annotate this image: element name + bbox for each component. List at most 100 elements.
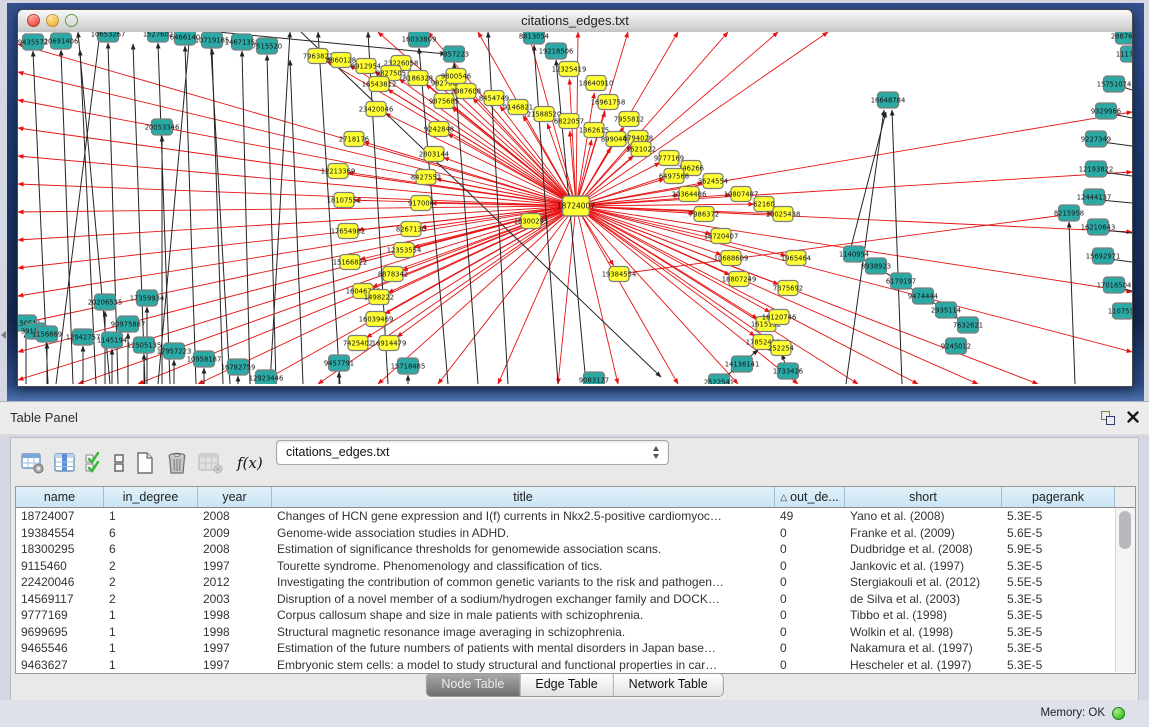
graph-node-label: 16039469: [359, 316, 394, 324]
table-cell: 1: [104, 640, 198, 657]
graph-node-label: 1156869: [32, 331, 62, 339]
table-cell: Stergiakouli et al. (2012): [845, 574, 1002, 591]
table-cell: 2009: [198, 525, 272, 542]
table-cell: 22420046: [16, 574, 104, 591]
table-cell: 6: [104, 525, 198, 542]
close-panel-icon[interactable]: [1126, 410, 1140, 424]
graph-node-label: 10025438: [766, 211, 801, 219]
graph-node-label: 7515520: [252, 43, 282, 51]
graph-node-label: 7857223: [439, 51, 469, 59]
splitter-collapse-icon[interactable]: [1, 331, 6, 339]
graph-node-label: 7425402: [343, 340, 373, 348]
graph-node-label: 7986372: [689, 211, 719, 219]
column-header-year[interactable]: year: [198, 487, 272, 507]
table-cell: 0: [775, 558, 845, 575]
window-title: citations_edges.txt: [18, 10, 1132, 31]
table-cell: Embryonic stem cells: a model to study s…: [272, 657, 775, 674]
table-cell: Disruption of a novel member of a sodium…: [272, 591, 775, 608]
table-cell: 1998: [198, 607, 272, 624]
table-cell: Dudbridge et al. (2008): [845, 541, 1002, 558]
table-cell: Yano et al. (2008): [845, 508, 1002, 525]
graph-node-label: 17016504: [1097, 282, 1132, 290]
column-header-pagerank[interactable]: pagerank: [1002, 487, 1115, 507]
graph-node-label: 16648784: [871, 97, 906, 105]
graph-node-label: 62160: [753, 201, 775, 209]
table-row[interactable]: 911546021997Tourette syndrome. Phenomeno…: [16, 558, 1115, 575]
graph-node-label: 8813054: [519, 33, 549, 41]
column-header-title[interactable]: title: [272, 487, 775, 507]
graph-node-label: 15718485: [391, 363, 426, 371]
table-row[interactable]: 977716911998Corpus callosum shape and si…: [16, 607, 1115, 624]
graph-node-label: 7632621: [953, 322, 983, 330]
graph-node-label: 17957223: [157, 348, 192, 356]
table-cell: 9115460: [16, 558, 104, 575]
graph-node-label: 2522541: [704, 379, 734, 385]
table-cell: 0: [775, 591, 845, 608]
graph-node-label: 1107533: [1108, 308, 1132, 316]
table-row[interactable]: 1456911722003Disruption of a novel membe…: [16, 591, 1115, 608]
graph-node-label: 8427552: [411, 174, 441, 182]
function-builder-button[interactable]: f(x): [237, 454, 263, 472]
window-titlebar[interactable]: citations_edges.txt: [18, 10, 1132, 33]
table-row[interactable]: 1830029562008Estimation of significance …: [16, 541, 1115, 558]
table-cell: 9777169: [16, 607, 104, 624]
table-tabs: Node TableEdge TableNetwork Table: [425, 673, 723, 697]
table-cell: 1998: [198, 624, 272, 641]
graph-node-label: 12325419: [552, 66, 587, 74]
network-canvas[interactable]: 9435572206914061065326715276026466140107…: [18, 32, 1132, 384]
table-cell: Wolkin et al. (1998): [845, 624, 1002, 641]
table-row[interactable]: 1938455462009Genome-wide association stu…: [16, 525, 1115, 542]
table-cell: 1997: [198, 558, 272, 575]
graph-node-label: 2718176: [339, 136, 369, 144]
tab-network-table[interactable]: Network Table: [613, 674, 723, 696]
graph-node-label: 20053346: [145, 124, 180, 132]
graph-node-label: 14136141: [725, 361, 760, 369]
float-panel-icon[interactable]: [1101, 411, 1115, 425]
graph-node-label: 16914479: [372, 340, 407, 348]
column-header-short[interactable]: short: [845, 487, 1002, 507]
scrollbar-thumb[interactable]: [1119, 511, 1131, 549]
graph-node-label: 9800546: [441, 73, 471, 81]
table-row[interactable]: 946362711997Embryonic stem cells: a mode…: [16, 657, 1115, 674]
graph-node-label: 10807487: [724, 191, 759, 199]
table-settings-button[interactable]: [20, 449, 46, 477]
table-cell: Structural magnetic resonance image aver…: [272, 624, 775, 641]
table-cell: Franke et al. (2009): [845, 525, 1002, 542]
graph-node-label: 8267130: [396, 226, 426, 234]
table-scrollbar[interactable]: [1115, 508, 1135, 672]
delete-trash-button[interactable]: [164, 449, 190, 477]
new-table-button[interactable]: [132, 449, 158, 477]
graph-node-label: 1140954: [839, 251, 869, 259]
column-header-out_de[interactable]: △out_de...: [775, 487, 845, 507]
graph-node-label: 9227349: [1081, 136, 1111, 144]
row-selection-button[interactable]: [84, 449, 106, 477]
table-cell: 5.3E-5: [1002, 624, 1115, 641]
tab-edge-table[interactable]: Edge Table: [519, 674, 612, 696]
graph-node-label: 8186328: [403, 75, 433, 83]
stacked-view-button[interactable]: [112, 449, 126, 477]
table-row[interactable]: 946554611997Estimation of the future num…: [16, 640, 1115, 657]
table-cell: Tourette syndrome. Phenomenology and cla…: [272, 558, 775, 575]
table-row[interactable]: 2242004622012Investigating the contribut…: [16, 574, 1115, 591]
table-cell: 0: [775, 525, 845, 542]
graph-node-label: 12444137: [1077, 194, 1112, 202]
graph-node-label: 18300295: [514, 218, 549, 226]
column-header-name[interactable]: name: [16, 487, 104, 507]
network-select-dropdown[interactable]: citations_edges.txt: [276, 440, 669, 465]
graph-node-label: 1362615: [579, 127, 609, 135]
memory-ok-icon[interactable]: [1112, 707, 1125, 720]
table-cell: 1: [104, 657, 198, 674]
table-row[interactable]: 1872400712008Changes of HCN gene express…: [16, 508, 1115, 525]
tab-node-table[interactable]: Node Table: [426, 674, 519, 696]
graph-node-label: 90975887: [111, 321, 146, 329]
graph-node-label: 1527602: [143, 32, 173, 39]
table-cell: 5.6E-5: [1002, 525, 1115, 542]
graph-node-label: 16543812: [362, 81, 397, 89]
graph-node-label: 16033809: [402, 36, 437, 44]
column-selector-button[interactable]: [52, 449, 78, 477]
column-header-in_degree[interactable]: in_degree: [104, 487, 198, 507]
graph-node-label: 9329966: [1091, 108, 1121, 116]
table-row[interactable]: 969969511998Structural magnetic resonanc…: [16, 624, 1115, 641]
table-cell: Jankovic et al. (1997): [845, 558, 1002, 575]
table-cell: 0: [775, 624, 845, 641]
